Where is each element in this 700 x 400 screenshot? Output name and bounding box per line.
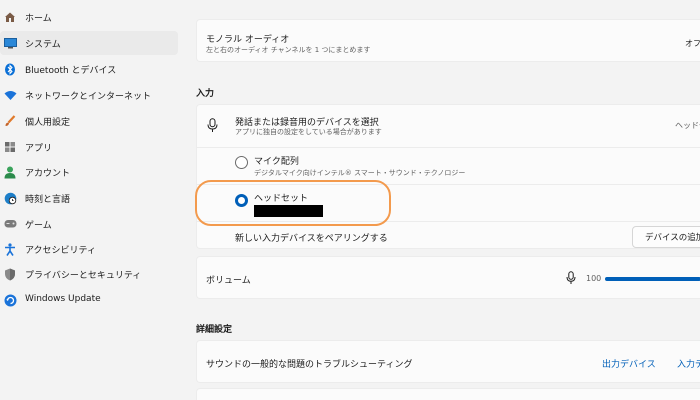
globe-clock-icon: [3, 191, 17, 205]
sidebar-item-label: ゲーム: [25, 221, 52, 231]
sidebar-item-label: Bluetooth とデバイス: [25, 66, 117, 76]
gamepad-icon: [3, 217, 17, 231]
sidebar-item-label: 個人用設定: [25, 118, 71, 128]
highlight-annotation: [195, 180, 391, 226]
next-settings-card[interactable]: [196, 388, 700, 400]
pair-input-device-text: 新しい入力デバイスをペアリングする: [235, 234, 388, 244]
sidebar-item-time-language[interactable]: 時刻と言語: [0, 186, 178, 210]
apps-icon: [3, 140, 17, 154]
sidebar-item-label: アカウント: [25, 169, 71, 179]
input-device-option-mic-array[interactable]: マイク配列 デジタルマイク向けインテル® スマート・サウンド・テクノロジー: [197, 148, 700, 184]
sidebar-item-gaming[interactable]: ゲーム: [0, 212, 178, 236]
sidebar-item-label: プライバシーとセキュリティ: [25, 271, 142, 281]
home-icon: [3, 10, 17, 24]
display-icon: [3, 36, 17, 50]
volume-card: ボリューム 100: [196, 256, 700, 299]
sidebar-item-label: アクセシビリティ: [25, 246, 97, 256]
input-device-subtitle: アプリに独自の設定をしている場合があります: [235, 128, 382, 136]
person-icon: [3, 165, 17, 179]
volume-slider[interactable]: [605, 277, 700, 281]
mono-audio-title: モノラル オーディオ: [206, 35, 290, 45]
sidebar-item-windows-update[interactable]: Windows Update: [0, 288, 178, 312]
wifi-icon: [3, 88, 17, 102]
sidebar-item-bluetooth[interactable]: Bluetooth とデバイス: [0, 57, 178, 81]
sidebar-item-personalization[interactable]: 個人用設定: [0, 109, 178, 133]
sidebar-item-label: ホーム: [25, 14, 52, 24]
input-devices-link[interactable]: 入力デ: [677, 357, 700, 370]
troubleshoot-text: サウンドの一般的な問題のトラブルシューティング: [206, 360, 413, 370]
mono-audio-toggle-label[interactable]: オフ: [685, 38, 700, 49]
device-description: デジタルマイク向けインテル® スマート・サウンド・テクノロジー: [254, 169, 466, 177]
bluetooth-icon: [3, 62, 17, 76]
sidebar-item-home[interactable]: ホーム: [0, 5, 178, 29]
pair-input-device-row: 新しい入力デバイスをペアリングする デバイスの追加: [197, 222, 700, 250]
sidebar-item-apps[interactable]: アプリ: [0, 135, 178, 159]
update-icon: [3, 293, 17, 307]
sidebar-item-label: システム: [25, 40, 61, 50]
sidebar-item-accessibility[interactable]: アクセシビリティ: [0, 237, 178, 261]
sidebar-item-label: 時刻と言語: [25, 195, 71, 205]
mono-audio-card[interactable]: モノラル オーディオ 左と右のオーディオ チャンネルを 1 つにまとめます オフ: [196, 19, 700, 62]
microphone-icon: [207, 118, 218, 136]
brush-icon: [3, 114, 17, 128]
output-devices-link[interactable]: 出力デバイス: [602, 357, 656, 370]
device-name: マイク配列: [254, 157, 299, 167]
mono-audio-subtitle: 左と右のオーディオ チャンネルを 1 つにまとめます: [206, 46, 371, 54]
add-device-button[interactable]: デバイスの追加: [632, 226, 700, 248]
troubleshoot-card: サウンドの一般的な問題のトラブルシューティング 出力デバイス 入力デ: [196, 340, 700, 383]
sidebar-item-label: アプリ: [25, 144, 53, 154]
radio-mic-array[interactable]: [235, 156, 248, 169]
advanced-heading: 詳細設定: [196, 325, 233, 335]
sidebar-item-system[interactable]: システム: [0, 31, 178, 55]
input-device-selector[interactable]: 発話または録音用のデバイスを選択 アプリに独自の設定をしている場合があります ヘ…: [196, 104, 700, 147]
volume-label: ボリューム: [206, 276, 251, 286]
sidebar-item-accounts[interactable]: アカウント: [0, 160, 178, 184]
shield-icon: [3, 267, 17, 281]
current-input-device[interactable]: ヘッドセ: [675, 120, 700, 131]
sidebar-item-label: ネットワークとインターネット: [25, 92, 152, 102]
volume-value: 100: [586, 274, 602, 283]
accessibility-icon: [3, 242, 17, 256]
microphone-icon: [566, 271, 576, 288]
sidebar: ホーム システム Bluetooth とデバイス ネットワークとインターネット …: [0, 0, 182, 400]
sidebar-item-network[interactable]: ネットワークとインターネット: [0, 83, 178, 107]
sidebar-item-label: Windows Update: [25, 294, 101, 304]
input-section-heading: 入力: [196, 89, 215, 99]
sidebar-item-privacy[interactable]: プライバシーとセキュリティ: [0, 262, 178, 286]
